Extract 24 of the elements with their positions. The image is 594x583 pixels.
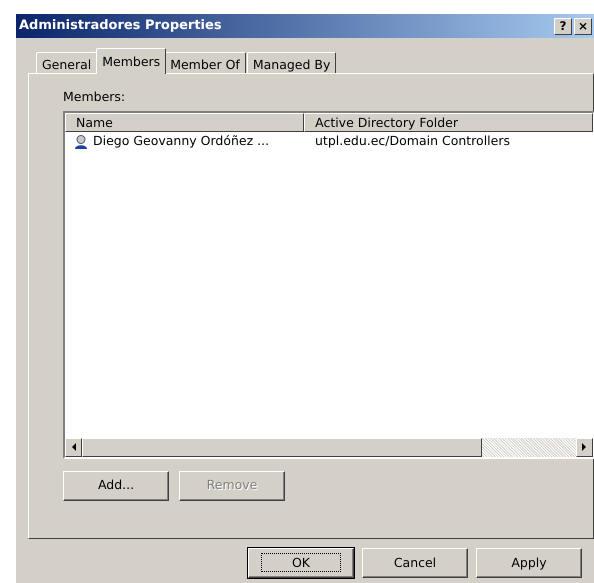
tab[interactable]: Managed By <box>246 52 336 74</box>
right-arrow-icon <box>582 443 587 452</box>
window-title: Administradores Properties <box>19 17 223 36</box>
left-arrow-icon <box>71 443 76 452</box>
scroll-right-button[interactable] <box>576 438 593 457</box>
scroll-thumb[interactable] <box>82 438 482 457</box>
table-cell-text: utpl.edu.ec/Domain Controllers <box>315 132 510 150</box>
dialog-button[interactable]: OK <box>248 548 354 578</box>
horizontal-scrollbar[interactable] <box>65 438 593 457</box>
add-button[interactable]: Add... <box>63 470 169 501</box>
column-header[interactable]: Name <box>65 112 304 132</box>
tab[interactable]: General <box>36 52 98 74</box>
user-icon <box>73 134 89 150</box>
tab[interactable]: Member Of <box>164 52 246 74</box>
members-label: Members: <box>63 88 126 106</box>
tab[interactable]: Members <box>96 48 166 74</box>
dialog-button[interactable]: Apply <box>476 548 582 578</box>
help-button[interactable]: ? <box>554 18 572 34</box>
scroll-left-button[interactable] <box>65 438 82 457</box>
table-cell-text: Diego Geovanny Ordóñez ... <box>93 132 270 150</box>
close-button[interactable]: × <box>574 18 592 34</box>
members-list[interactable]: Name Active Directory Folder Diego Geovanny Ordóñez ... utpl.edu.ec/Domain Controllers <box>63 110 594 459</box>
dialog-button[interactable]: Cancel <box>362 548 468 578</box>
column-header[interactable]: Active Directory Folder <box>304 112 593 132</box>
